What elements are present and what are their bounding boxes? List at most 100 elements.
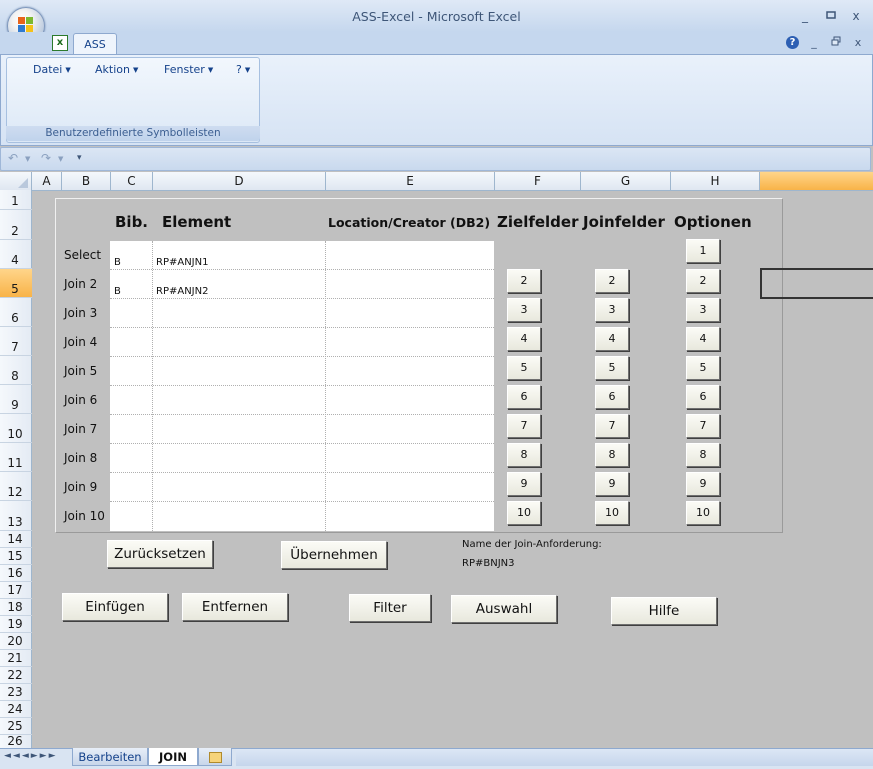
optionen-button-5[interactable]: 5 (686, 356, 720, 380)
zielfelder-button-8[interactable]: 8 (507, 443, 541, 467)
redo-icon[interactable]: ↷ (41, 151, 51, 165)
column-header[interactable]: B (62, 172, 111, 190)
column-header-selected[interactable] (760, 172, 873, 190)
zielfelder-button-7[interactable]: 7 (507, 414, 541, 438)
row-header[interactable]: 21 (0, 650, 32, 667)
joinfelder-button-2[interactable]: 2 (595, 269, 629, 293)
menu-fenster[interactable]: Fenster ▼ (164, 63, 213, 76)
row-header[interactable]: 22 (0, 667, 32, 684)
row-header[interactable]: 24 (0, 701, 32, 718)
joinfelder-button-3[interactable]: 3 (595, 298, 629, 322)
workbook-minimize-button[interactable]: _ (807, 36, 821, 50)
row-header[interactable]: 15 (0, 548, 32, 565)
horizontal-scroll-area[interactable] (236, 749, 873, 766)
filter-button[interactable]: Filter (349, 594, 431, 622)
optionen-button-1[interactable]: 1 (686, 239, 720, 263)
optionen-button-6[interactable]: 6 (686, 385, 720, 409)
menu-help[interactable]: ? ▼ (236, 63, 250, 76)
bib-cell[interactable]: B (114, 286, 121, 297)
selection-button[interactable]: Auswahl (451, 595, 557, 623)
help-icon[interactable]: ? (786, 36, 799, 49)
row-header[interactable]: 25 (0, 718, 32, 735)
row-header[interactable]: 13 (0, 501, 32, 531)
row-header[interactable]: 7 (0, 327, 32, 356)
optionen-button-4[interactable]: 4 (686, 327, 720, 351)
join-entry-grid[interactable] (110, 241, 494, 531)
row-header[interactable]: 10 (0, 414, 32, 443)
zielfelder-button-4[interactable]: 4 (507, 327, 541, 351)
customize-toolbar-icon[interactable]: ▾ (77, 153, 82, 163)
menu-aktion[interactable]: Aktion ▼ (95, 63, 138, 76)
row-header[interactable]: 16 (0, 565, 32, 582)
column-header[interactable]: E (326, 172, 495, 190)
zielfelder-button-10[interactable]: 10 (507, 501, 541, 525)
apply-button[interactable]: Übernehmen (281, 541, 387, 569)
zielfelder-button-3[interactable]: 3 (507, 298, 541, 322)
row-header[interactable]: 4 (0, 240, 32, 269)
new-sheet-icon (208, 752, 222, 763)
optionen-button-10[interactable]: 10 (686, 501, 720, 525)
sheet-nav-arrows[interactable]: ◄◄◄►►► (4, 751, 58, 761)
close-button[interactable]: x (849, 9, 863, 23)
joinfelder-button-5[interactable]: 5 (595, 356, 629, 380)
column-header[interactable]: H (671, 172, 760, 190)
column-header[interactable]: C (111, 172, 153, 190)
column-header[interactable]: G (581, 172, 671, 190)
reset-button[interactable]: Zurücksetzen (107, 540, 213, 568)
sheet-tab-join[interactable]: JOIN (148, 748, 198, 766)
active-cell-selection[interactable] (760, 268, 873, 299)
optionen-button-9[interactable]: 9 (686, 472, 720, 496)
row-header[interactable]: 1 (0, 190, 32, 210)
help-button[interactable]: Hilfe (611, 597, 717, 625)
workbook-restore-button[interactable] (829, 36, 843, 50)
restore-button[interactable] (824, 9, 838, 23)
element-cell[interactable]: RP#ANJN2 (156, 286, 208, 297)
bib-cell[interactable]: B (114, 257, 121, 268)
row-header[interactable]: 11 (0, 443, 32, 472)
element-cell[interactable]: RP#ANJN1 (156, 257, 208, 268)
row-header[interactable]: 2 (0, 210, 32, 240)
joinfelder-button-6[interactable]: 6 (595, 385, 629, 409)
insert-sheet-tab[interactable] (198, 748, 232, 766)
optionen-button-2[interactable]: 2 (686, 269, 720, 293)
menu-datei[interactable]: Datei ▼ (33, 63, 71, 76)
joinfelder-button-9[interactable]: 9 (595, 472, 629, 496)
zielfelder-button-5[interactable]: 5 (507, 356, 541, 380)
row-header[interactable]: 8 (0, 356, 32, 385)
chevron-down-icon: ▼ (207, 66, 214, 74)
optionen-button-8[interactable]: 8 (686, 443, 720, 467)
row-header[interactable]: 19 (0, 616, 32, 633)
optionen-button-7[interactable]: 7 (686, 414, 720, 438)
row-header[interactable]: 6 (0, 298, 32, 327)
row-header[interactable]: 23 (0, 684, 32, 701)
column-header[interactable]: D (153, 172, 326, 190)
column-header[interactable]: A (32, 172, 62, 190)
tab-ass[interactable]: ASS (73, 33, 117, 56)
minimize-button[interactable]: _ (798, 9, 812, 23)
sheet-tab-bearbeiten[interactable]: Bearbeiten (72, 748, 148, 766)
insert-button[interactable]: Einfügen (62, 593, 168, 621)
zielfelder-button-2[interactable]: 2 (507, 269, 541, 293)
joinfelder-button-10[interactable]: 10 (595, 501, 629, 525)
row-header-selected[interactable]: 5 (0, 269, 32, 298)
redo-dropdown-icon[interactable]: ▼ (58, 155, 63, 163)
column-header[interactable]: F (495, 172, 581, 190)
row-header[interactable]: 9 (0, 385, 32, 414)
grid-divider (325, 241, 326, 531)
row-header[interactable]: 18 (0, 599, 32, 616)
joinfelder-button-7[interactable]: 7 (595, 414, 629, 438)
optionen-button-3[interactable]: 3 (686, 298, 720, 322)
remove-button[interactable]: Entfernen (182, 593, 288, 621)
row-header[interactable]: 17 (0, 582, 32, 599)
zielfelder-button-6[interactable]: 6 (507, 385, 541, 409)
joinfelder-button-4[interactable]: 4 (595, 327, 629, 351)
workbook-close-button[interactable]: x (851, 36, 865, 50)
zielfelder-button-9[interactable]: 9 (507, 472, 541, 496)
joinfelder-button-8[interactable]: 8 (595, 443, 629, 467)
undo-dropdown-icon[interactable]: ▼ (25, 155, 30, 163)
row-header[interactable]: 12 (0, 472, 32, 501)
row-header[interactable]: 14 (0, 531, 32, 548)
excel-icon[interactable]: x (52, 35, 68, 51)
undo-icon[interactable]: ↶ (8, 151, 18, 165)
row-header[interactable]: 20 (0, 633, 32, 650)
